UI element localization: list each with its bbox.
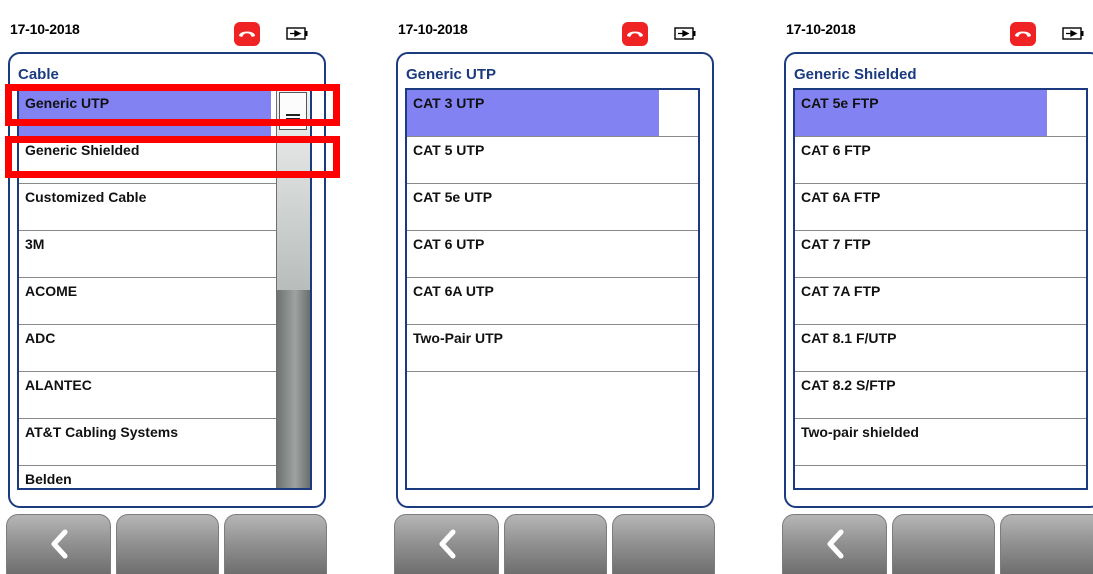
- list-item-label: CAT 5e UTP: [413, 189, 493, 205]
- list-item-label: CAT 6 UTP: [413, 236, 485, 252]
- softkey-2[interactable]: [504, 514, 607, 574]
- status-bar: 17-10-2018: [388, 0, 717, 48]
- list-item-label: Two-Pair UTP: [413, 330, 503, 346]
- utp-list: CAT 3 UTP CAT 5 UTP CAT 5e UTP CAT 6 UTP…: [405, 88, 700, 490]
- list-item-label: Belden: [25, 471, 72, 487]
- screen-generic-utp: 17-10-2018 Generic UTP CAT 3 UTP CAT 5 U…: [388, 0, 717, 574]
- panel-title: Cable: [18, 66, 59, 83]
- list-item[interactable]: CAT 7A FTP: [795, 278, 1086, 325]
- softkey-3[interactable]: [1000, 514, 1093, 574]
- date-label: 17-10-2018: [10, 21, 80, 37]
- footer-buttons: [388, 514, 717, 574]
- list-item-label: Two-pair shielded: [801, 424, 919, 440]
- back-button[interactable]: [782, 514, 887, 574]
- list-item-label: AT&T Cabling Systems: [25, 424, 178, 440]
- list-item[interactable]: ADC: [19, 325, 310, 372]
- list-item[interactable]: ACOME: [19, 278, 310, 325]
- list-item-label: CAT 3 UTP: [413, 95, 485, 111]
- list-item-label: CAT 6A FTP: [801, 189, 881, 205]
- highlight-box-generic-utp: [5, 84, 340, 126]
- hangup-phone-icon[interactable]: [234, 22, 260, 46]
- list-item-label: CAT 7A FTP: [801, 283, 881, 299]
- list-item[interactable]: CAT 5 UTP: [407, 137, 698, 184]
- footer-buttons: [776, 514, 1093, 574]
- list-item-label: CAT 6A UTP: [413, 283, 494, 299]
- list-item-label: Customized Cable: [25, 189, 147, 205]
- list-item[interactable]: Customized Cable: [19, 184, 310, 231]
- status-bar: 17-10-2018: [776, 0, 1093, 48]
- back-button[interactable]: [6, 514, 111, 574]
- list-item[interactable]: [407, 372, 698, 419]
- footer-buttons: [0, 514, 329, 574]
- highlight-box-generic-shielded: [5, 136, 340, 178]
- list-item[interactable]: CAT 5e UTP: [407, 184, 698, 231]
- status-bar: 17-10-2018: [0, 0, 329, 48]
- back-chevron-icon: [51, 529, 68, 559]
- list-item[interactable]: CAT 6A FTP: [795, 184, 1086, 231]
- list-item[interactable]: CAT 6 FTP: [795, 137, 1086, 184]
- list-item[interactable]: Belden: [19, 466, 310, 488]
- list-item-label: CAT 8.1 F/UTP: [801, 330, 897, 346]
- power-plug-icon: [674, 27, 696, 40]
- list-item[interactable]: Two-pair shielded: [795, 419, 1086, 466]
- list-item[interactable]: CAT 7 FTP: [795, 231, 1086, 278]
- list-item-label: CAT 8.2 S/FTP: [801, 377, 896, 393]
- list-item[interactable]: AT&T Cabling Systems: [19, 419, 310, 466]
- power-plug-icon: [286, 27, 308, 40]
- list-item[interactable]: CAT 3 UTP: [407, 90, 698, 137]
- softkey-2[interactable]: [116, 514, 219, 574]
- list-item-label: CAT 7 FTP: [801, 236, 871, 252]
- date-label: 17-10-2018: [786, 21, 856, 37]
- softkey-3[interactable]: [612, 514, 715, 574]
- list-item[interactable]: 3M: [19, 231, 310, 278]
- panel-title: Generic Shielded: [794, 66, 917, 83]
- shielded-list: CAT 5e FTP CAT 6 FTP CAT 6A FTP CAT 7 FT…: [793, 88, 1088, 490]
- hangup-phone-icon[interactable]: [622, 22, 648, 46]
- list-item-label: CAT 5e FTP: [801, 95, 879, 111]
- softkey-3[interactable]: [224, 514, 327, 574]
- list-item[interactable]: ALANTEC: [19, 372, 310, 419]
- list-item-label: 3M: [25, 236, 45, 252]
- date-label: 17-10-2018: [398, 21, 468, 37]
- back-chevron-icon: [827, 529, 844, 559]
- list-item[interactable]: Two-Pair UTP: [407, 325, 698, 372]
- list-item-label: ACOME: [25, 283, 78, 299]
- back-button[interactable]: [394, 514, 499, 574]
- list-item[interactable]: CAT 5e FTP: [795, 90, 1086, 137]
- list-item-label: ADC: [25, 330, 56, 346]
- list-item[interactable]: [795, 466, 1086, 488]
- list-item[interactable]: CAT 6A UTP: [407, 278, 698, 325]
- list-item[interactable]: CAT 8.1 F/UTP: [795, 325, 1086, 372]
- panel-title: Generic UTP: [406, 66, 497, 83]
- softkey-2[interactable]: [892, 514, 995, 574]
- screen-generic-shielded: 17-10-2018 Generic Shielded CAT 5e FTP C…: [776, 0, 1093, 574]
- list-item[interactable]: CAT 6 UTP: [407, 231, 698, 278]
- list-item-label: CAT 6 FTP: [801, 142, 871, 158]
- list-item-label: ALANTEC: [25, 377, 92, 393]
- list-item[interactable]: CAT 8.2 S/FTP: [795, 372, 1086, 419]
- list-item-label: CAT 5 UTP: [413, 142, 485, 158]
- back-chevron-icon: [439, 529, 456, 559]
- power-plug-icon: [1062, 27, 1084, 40]
- hangup-phone-icon[interactable]: [1010, 22, 1036, 46]
